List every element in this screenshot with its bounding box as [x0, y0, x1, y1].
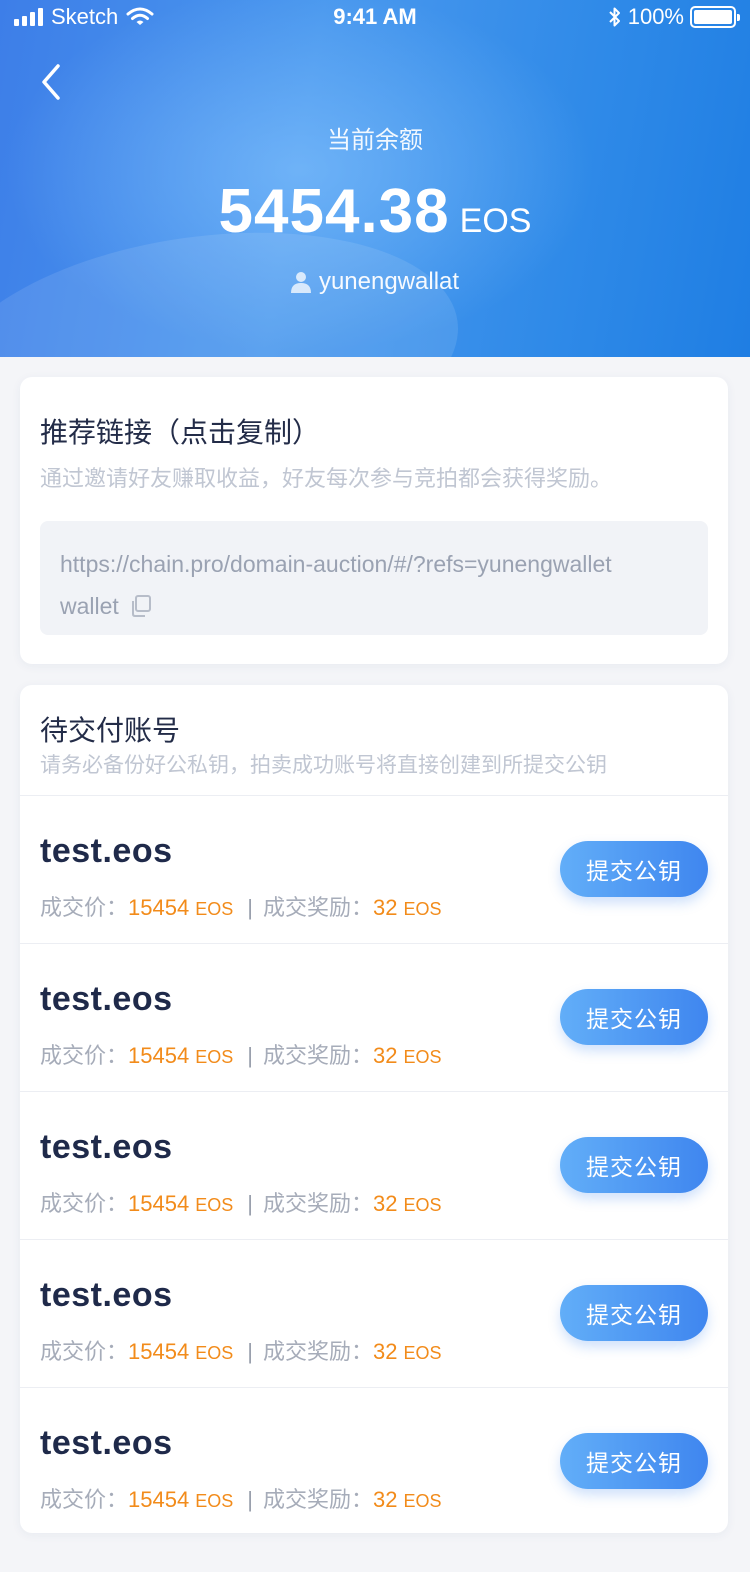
pending-header: 待交付账号 请务必备份好公私钥，拍卖成功账号将直接创建到所提交公钥	[20, 685, 728, 796]
pending-subtitle: 请务必备份好公私钥，拍卖成功账号将直接创建到所提交公钥	[40, 754, 607, 777]
referral-link-continuation: wallet	[60, 585, 153, 627]
account-name: test.eos	[40, 980, 173, 1018]
reward-value: 32	[372, 1339, 398, 1364]
account-name: yunengwallat	[318, 268, 460, 295]
chevron-left-icon[interactable]	[38, 62, 68, 102]
price-unit: EOS	[195, 1491, 234, 1511]
reward-label: 成交奖励：	[262, 1043, 373, 1068]
price-label: 成交价：	[40, 1043, 129, 1068]
meta-separator: |	[247, 895, 253, 920]
submit-public-key-button[interactable]: 提交公钥	[560, 841, 708, 897]
referral-subtitle: 通过邀请好友赚取收益，好友每次参与竞拍都会获得奖励。	[40, 466, 613, 491]
submit-public-key-button[interactable]: 提交公钥	[560, 1433, 708, 1489]
account-info: yunengwallat	[0, 268, 750, 296]
status-bar-right: 100%	[608, 4, 740, 30]
referral-link-box[interactable]: https://chain.pro/domain-auction/#/?refs…	[40, 521, 708, 635]
reward-value: 32	[372, 895, 398, 920]
submit-public-key-button[interactable]: 提交公钥	[560, 989, 708, 1045]
reward-value: 32	[372, 1043, 398, 1068]
status-bar: Sketch 9:41 AM 100%	[0, 0, 750, 34]
price-unit: EOS	[195, 1047, 234, 1067]
submit-public-key-button[interactable]: 提交公钥	[560, 1137, 708, 1193]
reward-unit: EOS	[403, 1195, 442, 1215]
reward-unit: EOS	[403, 1491, 442, 1511]
price-unit: EOS	[195, 1343, 234, 1363]
meta-separator: |	[247, 1191, 253, 1216]
price-label: 成交价：	[40, 1487, 129, 1512]
referral-link-tail: wallet	[60, 593, 119, 619]
account-meta: 成交价： 15454 EOS | 成交奖励： 32 EOS	[40, 1334, 441, 1366]
pending-account-row: test.eos 成交价： 15454 EOS | 成交奖励： 32 EOS 提…	[20, 1240, 728, 1388]
referral-title: 推荐链接（点击复制）	[40, 417, 321, 448]
meta-separator: |	[247, 1043, 253, 1068]
battery-percent: 100%	[627, 4, 684, 29]
pending-accounts-card: 待交付账号 请务必备份好公私钥，拍卖成功账号将直接创建到所提交公钥 test.e…	[20, 685, 728, 1533]
price-label: 成交价：	[40, 1339, 129, 1364]
meta-separator: |	[247, 1487, 253, 1512]
reward-unit: EOS	[403, 1343, 442, 1363]
reward-label: 成交奖励：	[262, 1487, 373, 1512]
price-value: 15454	[128, 1191, 190, 1216]
pending-account-row: test.eos 成交价： 15454 EOS | 成交奖励： 32 EOS 提…	[20, 1388, 728, 1536]
reward-value: 32	[372, 1191, 398, 1216]
pending-account-row: test.eos 成交价： 15454 EOS | 成交奖励： 32 EOS 提…	[20, 1092, 728, 1240]
reward-value: 32	[372, 1487, 398, 1512]
referral-link-text: https://chain.pro/domain-auction/#/?refs…	[60, 551, 612, 577]
price-value: 15454	[128, 895, 190, 920]
account-name: test.eos	[40, 832, 173, 870]
price-value: 15454	[128, 1487, 190, 1512]
price-value: 15454	[128, 1339, 190, 1364]
account-name: test.eos	[40, 1128, 173, 1166]
pending-account-row: test.eos 成交价： 15454 EOS | 成交奖励： 32 EOS 提…	[20, 944, 728, 1092]
reward-unit: EOS	[403, 1047, 442, 1067]
bluetooth-icon	[609, 7, 620, 27]
balance-amount: 5454.38	[218, 177, 450, 246]
reward-label: 成交奖励：	[262, 1339, 373, 1364]
balance-label: 当前余额	[327, 127, 423, 154]
account-meta: 成交价： 15454 EOS | 成交奖励： 32 EOS	[40, 1186, 441, 1218]
account-meta: 成交价： 15454 EOS | 成交奖励： 32 EOS	[40, 1038, 441, 1070]
referral-card: 推荐链接（点击复制） 通过邀请好友赚取收益，好友每次参与竞拍都会获得奖励。 ht…	[20, 377, 728, 664]
account-meta: 成交价： 15454 EOS | 成交奖励： 32 EOS	[40, 1482, 441, 1514]
balance-value: 5454.38 EOS	[0, 176, 750, 247]
price-value: 15454	[128, 1043, 190, 1068]
account-meta: 成交价： 15454 EOS | 成交奖励： 32 EOS	[40, 890, 441, 922]
account-name: test.eos	[40, 1424, 173, 1462]
reward-unit: EOS	[403, 899, 442, 919]
balance-unit: EOS	[459, 202, 532, 240]
account-name: test.eos	[40, 1276, 173, 1314]
price-label: 成交价：	[40, 895, 129, 920]
pending-title: 待交付账号	[40, 715, 181, 746]
meta-separator: |	[247, 1339, 253, 1364]
price-unit: EOS	[195, 1195, 234, 1215]
user-icon	[290, 272, 311, 293]
submit-public-key-button[interactable]: 提交公钥	[560, 1285, 708, 1341]
copy-icon[interactable]	[129, 594, 153, 618]
battery-icon	[690, 6, 740, 28]
balance-header: Sketch 9:41 AM 100% 当前余额 5454.38 EOS yune…	[0, 0, 750, 357]
price-unit: EOS	[195, 899, 234, 919]
reward-label: 成交奖励：	[262, 1191, 373, 1216]
reward-label: 成交奖励：	[262, 895, 373, 920]
price-label: 成交价：	[40, 1191, 129, 1216]
pending-account-row: test.eos 成交价： 15454 EOS | 成交奖励： 32 EOS 提…	[20, 796, 728, 944]
